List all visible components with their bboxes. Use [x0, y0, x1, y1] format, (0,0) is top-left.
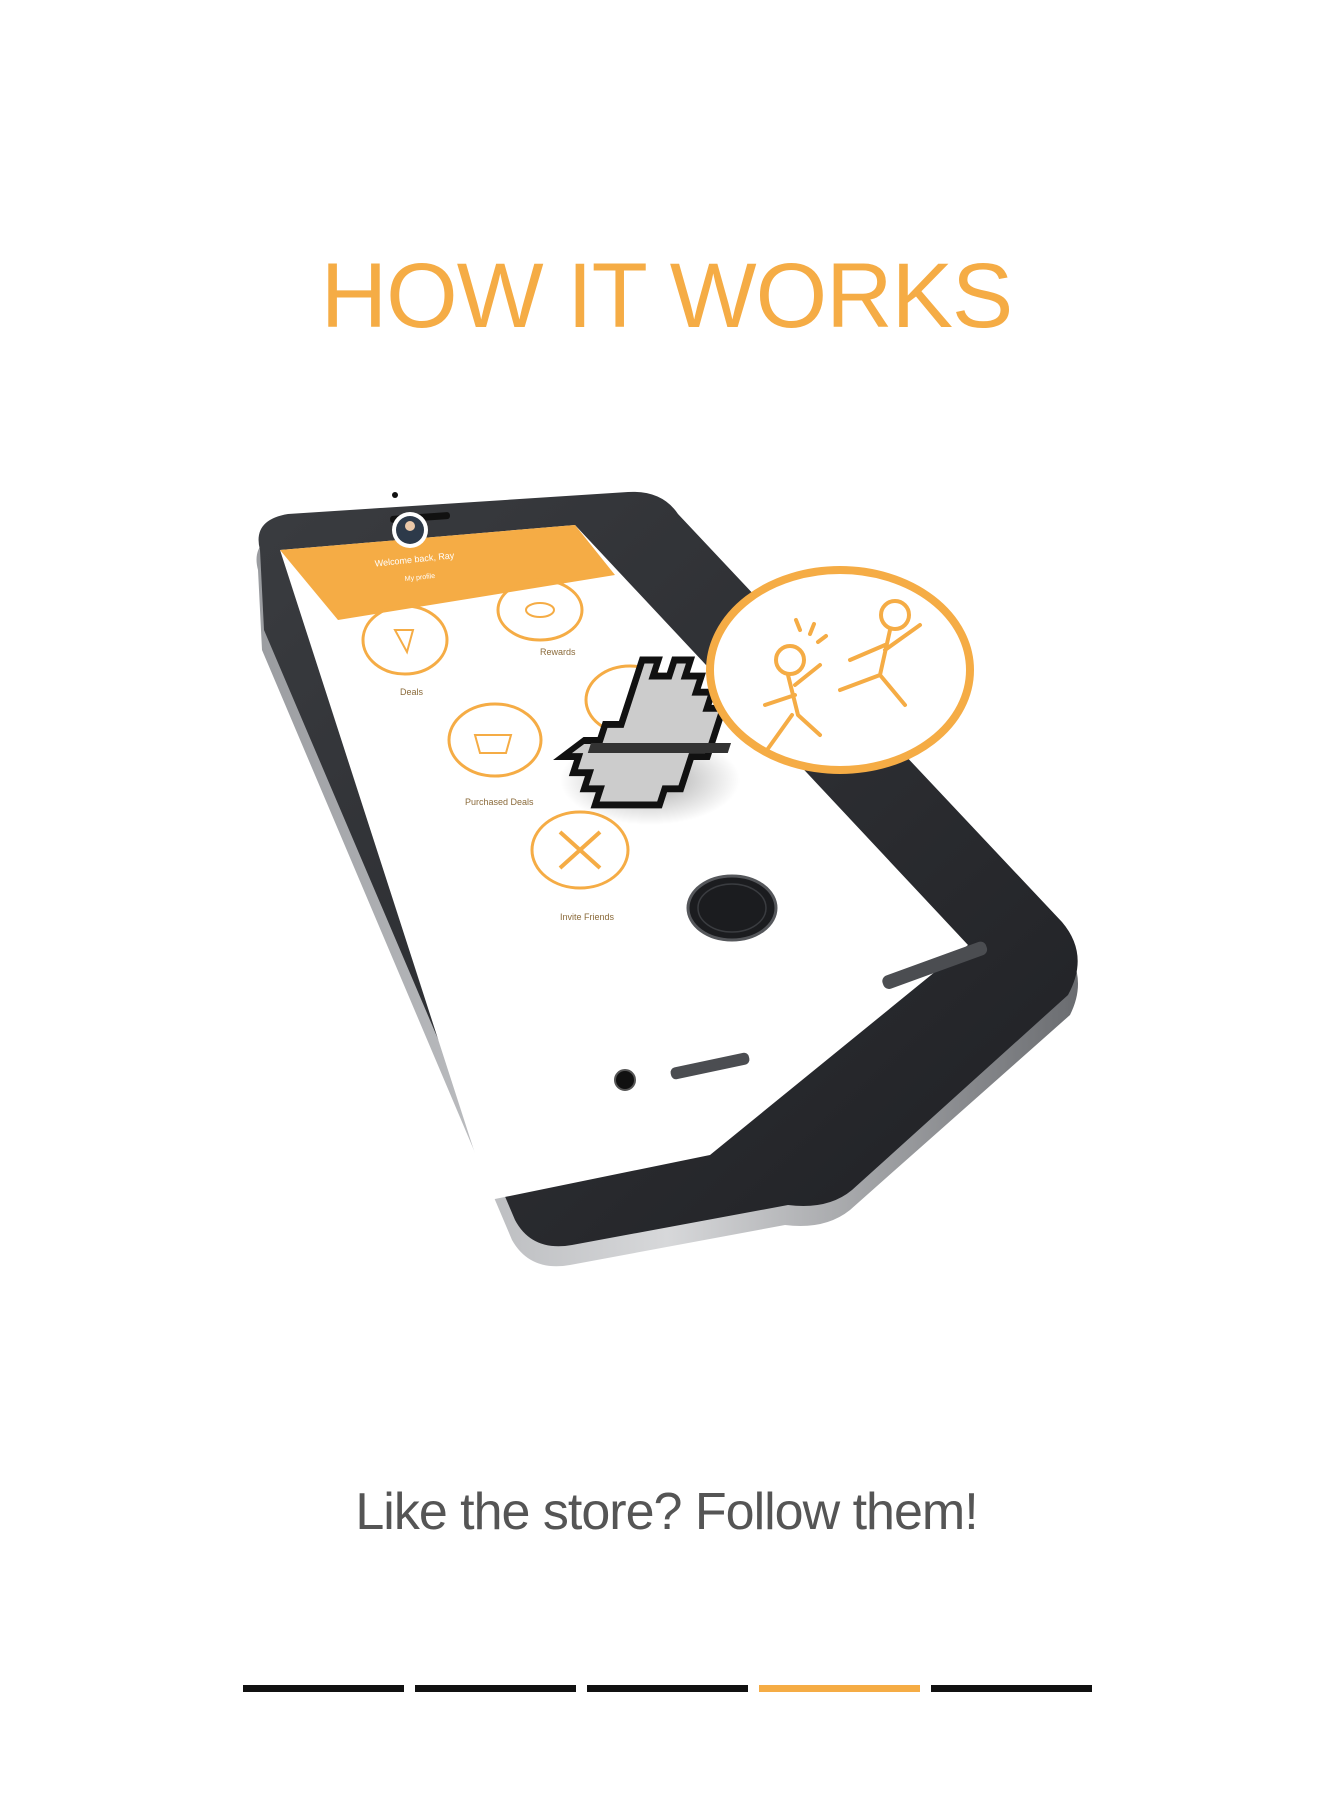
svg-text:Invite Friends: Invite Friends — [560, 912, 615, 922]
svg-text:Purchased Deals: Purchased Deals — [465, 797, 534, 807]
pager-dot-4[interactable] — [759, 1685, 920, 1692]
page-indicator — [243, 1685, 1093, 1695]
svg-text:Deals: Deals — [400, 687, 424, 697]
caption-text: Like the store? Follow them! — [355, 1483, 978, 1541]
onboarding-page: HOW IT WORKS Welcome back, Ray My profil… — [0, 0, 1333, 1820]
headphone-jack — [614, 1069, 636, 1091]
follow-runners-icon — [706, 566, 974, 774]
pager-dot-1[interactable] — [243, 1685, 404, 1692]
home-button-group — [686, 874, 778, 942]
front-camera — [392, 492, 398, 498]
page-title: HOW IT WORKS — [320, 244, 1014, 347]
pager-dot-2[interactable] — [415, 1685, 576, 1692]
pager-dot-5[interactable] — [931, 1685, 1092, 1692]
phone-illustration: Welcome back, Ray My profile Deals Rewar… — [240, 490, 1170, 1270]
pager-dot-3[interactable] — [587, 1685, 748, 1692]
svg-text:Rewards: Rewards — [540, 647, 576, 657]
phone-svg: Welcome back, Ray My profile Deals Rewar… — [256, 491, 1079, 1267]
